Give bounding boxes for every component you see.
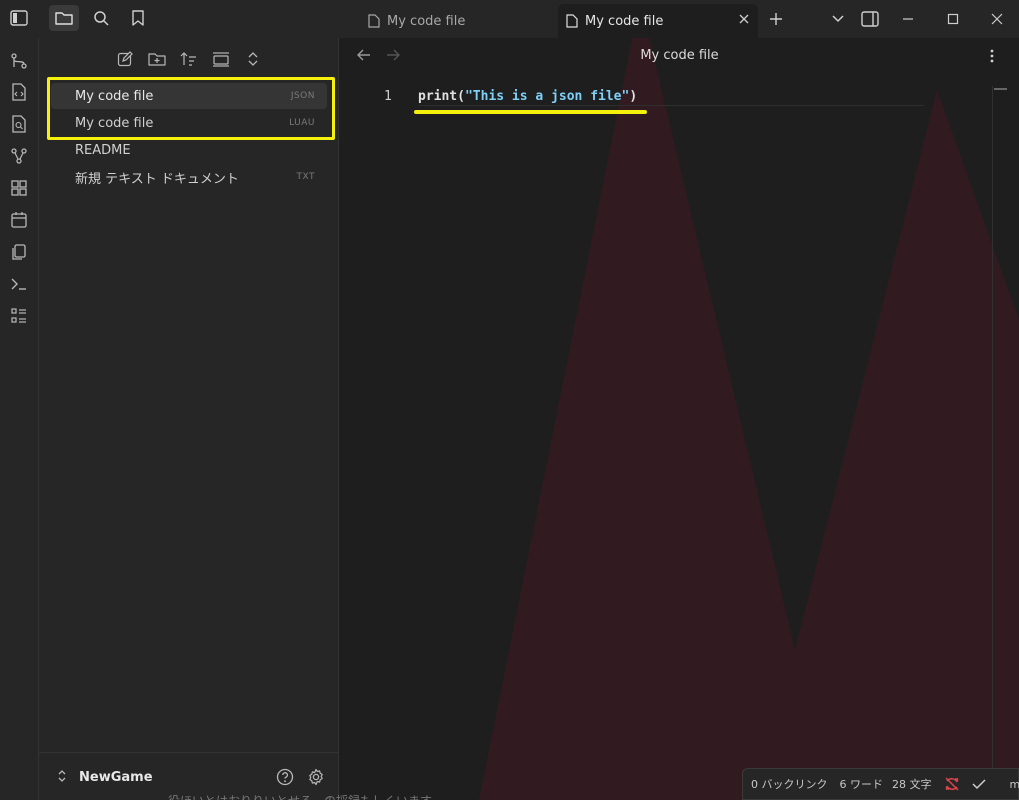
bookmarks-button[interactable] bbox=[123, 5, 153, 31]
copy-icon bbox=[12, 244, 26, 260]
graph-icon bbox=[11, 148, 27, 164]
word-count: 6 ワード bbox=[839, 778, 884, 791]
collapse-all-button[interactable] bbox=[242, 48, 264, 70]
new-tab-button[interactable] bbox=[765, 8, 787, 30]
templates-button[interactable] bbox=[8, 241, 30, 263]
highlight-annotation-box bbox=[47, 77, 335, 140]
folder-plus-icon bbox=[148, 53, 166, 66]
tab-my-code-file-1[interactable]: My code file bbox=[360, 4, 552, 38]
file-name: 新規 テキスト ドキュメント bbox=[75, 171, 239, 187]
maximize-button[interactable] bbox=[942, 8, 964, 30]
chevron-down-icon bbox=[832, 15, 844, 23]
gear-icon[interactable] bbox=[307, 768, 325, 790]
file-explorer: My code file JSON My code file LUAU READ… bbox=[39, 38, 339, 800]
toggle-sidebar-button[interactable] bbox=[4, 5, 34, 31]
code-paren-token: ) bbox=[629, 89, 638, 104]
code-file-icon bbox=[12, 83, 26, 101]
file-search-icon bbox=[12, 115, 26, 133]
bookmark-icon bbox=[132, 10, 144, 26]
new-note-button[interactable] bbox=[114, 48, 136, 70]
canvas-button[interactable] bbox=[8, 177, 30, 199]
reveal-icon bbox=[213, 52, 229, 67]
file-search-button[interactable] bbox=[8, 113, 30, 135]
right-sidebar-icon bbox=[861, 11, 879, 27]
scrollbar-track[interactable] bbox=[992, 86, 993, 800]
git-branch-icon bbox=[11, 53, 27, 69]
help-icon[interactable] bbox=[276, 768, 294, 790]
new-folder-button[interactable] bbox=[146, 48, 168, 70]
git-branch-button[interactable] bbox=[8, 50, 30, 72]
sidebar-toggle-icon bbox=[10, 10, 28, 26]
file-name: README bbox=[75, 142, 131, 158]
minimize-button[interactable] bbox=[897, 8, 919, 30]
graph-view-button[interactable] bbox=[8, 145, 30, 167]
search-button[interactable] bbox=[86, 5, 116, 31]
edit-icon bbox=[117, 51, 133, 67]
terminal-icon bbox=[11, 278, 26, 290]
terminal-button[interactable] bbox=[8, 273, 30, 295]
scrollbar-thumb[interactable] bbox=[994, 88, 1007, 90]
toggle-right-sidebar-button[interactable] bbox=[859, 8, 881, 30]
file-explorer-actions bbox=[39, 48, 339, 70]
backlinks-count[interactable]: 0 バックリンク bbox=[751, 776, 828, 792]
auto-reveal-button[interactable] bbox=[210, 48, 232, 70]
ribbon bbox=[0, 38, 39, 800]
code-file-button[interactable] bbox=[8, 81, 30, 103]
list-icon bbox=[11, 308, 26, 323]
status-bar: 0 バックリンク 6 ワード 28 文字 main bbox=[742, 768, 1019, 800]
file-icon bbox=[566, 14, 578, 28]
file-icon bbox=[368, 14, 380, 28]
close-icon bbox=[991, 13, 1003, 25]
editor-pane: My code file 1 print("This is a json fil… bbox=[340, 38, 1019, 800]
code-function-token: print( bbox=[418, 89, 465, 104]
active-line-indicator bbox=[418, 105, 924, 106]
calendar-icon bbox=[11, 212, 27, 228]
background-wallpaper-shape bbox=[479, 38, 1019, 800]
tab-label: My code file bbox=[585, 13, 664, 29]
code-line[interactable]: print("This is a json file") bbox=[418, 89, 637, 104]
daily-note-button[interactable] bbox=[8, 209, 30, 231]
file-extension-badge: TXT bbox=[296, 172, 315, 182]
highlight-underline bbox=[414, 110, 647, 114]
view-header: My code file bbox=[340, 38, 1019, 74]
view-title[interactable]: My code file bbox=[340, 48, 1019, 63]
close-window-button[interactable] bbox=[986, 8, 1008, 30]
folder-icon bbox=[55, 12, 73, 25]
char-count: 28 文字 bbox=[892, 778, 932, 791]
minimize-icon bbox=[903, 18, 913, 20]
check-icon[interactable] bbox=[971, 778, 986, 790]
tab-label: My code file bbox=[387, 13, 466, 29]
chevron-up-down-icon bbox=[248, 52, 258, 66]
tab-my-code-file-2[interactable]: My code file bbox=[558, 4, 758, 38]
chevron-up-down-icon bbox=[57, 769, 67, 787]
outline-button[interactable] bbox=[8, 305, 30, 327]
vault-name: NewGame bbox=[79, 770, 153, 785]
code-string-token: "This is a json file" bbox=[464, 89, 630, 104]
line-number: 1 bbox=[384, 89, 392, 104]
search-icon bbox=[94, 11, 109, 26]
background-window-text: 役ほいとはおりりいとせる…の採録もしくいます bbox=[168, 792, 432, 800]
tab-list-button[interactable] bbox=[827, 8, 849, 30]
file-item-new-text-document[interactable]: 新規 テキスト ドキュメント TXT bbox=[51, 164, 327, 190]
more-options-button[interactable] bbox=[989, 48, 995, 68]
maximize-icon bbox=[947, 13, 959, 25]
title-bar: My code file My code file bbox=[0, 0, 1019, 38]
file-item-readme[interactable]: README bbox=[51, 137, 327, 163]
grid-icon bbox=[11, 180, 27, 196]
sort-button[interactable] bbox=[178, 48, 200, 70]
file-explorer-button[interactable] bbox=[49, 5, 79, 31]
git-branch-label[interactable]: main bbox=[1010, 778, 1019, 791]
more-vertical-icon bbox=[990, 49, 994, 63]
sync-error-icon[interactable] bbox=[944, 776, 960, 792]
sort-icon bbox=[180, 52, 196, 66]
plus-icon bbox=[770, 13, 782, 25]
close-tab-icon[interactable] bbox=[738, 13, 750, 25]
